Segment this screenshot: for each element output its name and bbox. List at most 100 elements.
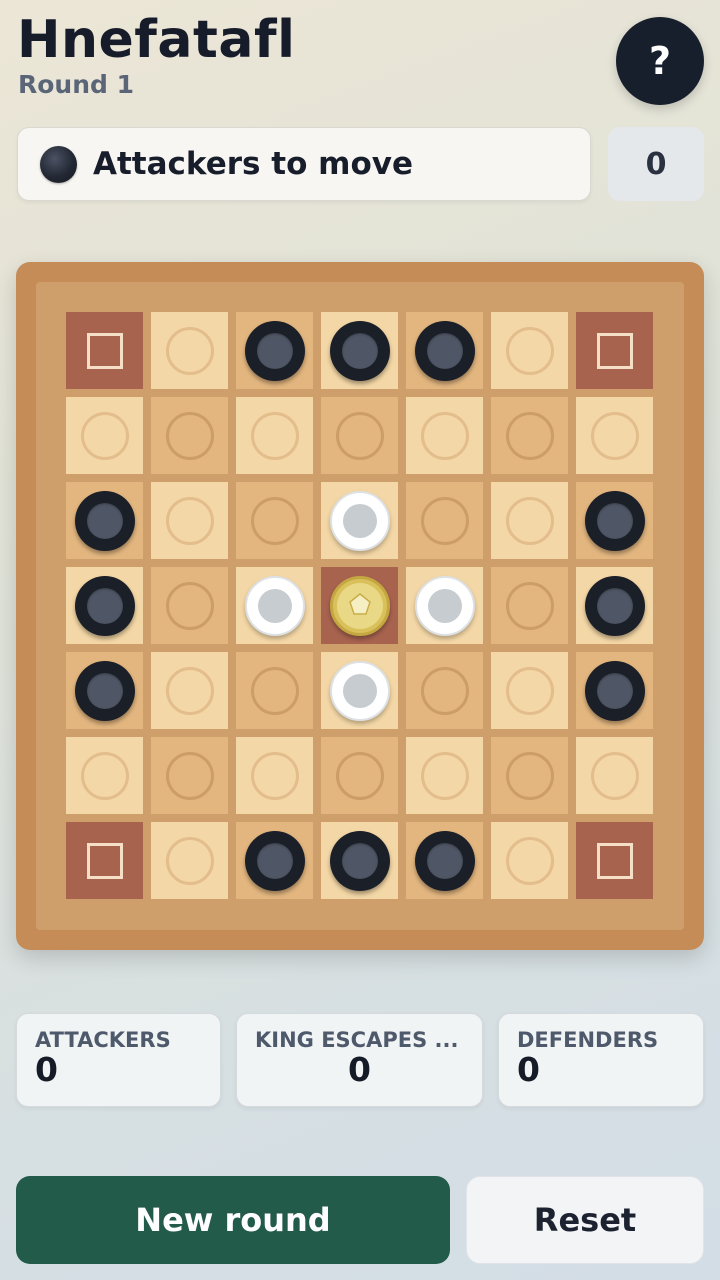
board-cell[interactable] — [66, 567, 143, 644]
board-cell[interactable] — [236, 822, 313, 899]
empty-cell-marker — [80, 751, 129, 800]
empty-cell-marker — [165, 411, 214, 460]
empty-cell-marker — [250, 496, 299, 545]
board-cell[interactable] — [576, 312, 653, 389]
board-cell[interactable] — [576, 737, 653, 814]
defender-piece[interactable] — [329, 490, 390, 551]
board-cell[interactable] — [321, 312, 398, 389]
board-cell[interactable] — [151, 482, 228, 559]
attacker-piece[interactable] — [74, 575, 135, 636]
board-cell[interactable] — [576, 397, 653, 474]
corner-square-icon — [86, 332, 123, 369]
attacker-piece[interactable] — [414, 320, 475, 381]
board-cell[interactable] — [66, 737, 143, 814]
board-cell[interactable] — [151, 822, 228, 899]
board-cell[interactable] — [576, 822, 653, 899]
board-cell[interactable] — [576, 567, 653, 644]
board-cell[interactable] — [151, 312, 228, 389]
king-gem-icon — [348, 592, 371, 615]
attacker-piece[interactable] — [584, 660, 645, 721]
board-cell[interactable] — [151, 567, 228, 644]
empty-cell-marker — [505, 836, 554, 885]
reset-button[interactable]: Reset — [466, 1176, 704, 1264]
board-cell[interactable] — [491, 312, 568, 389]
board-cell[interactable] — [406, 822, 483, 899]
new-round-button[interactable]: New round — [16, 1176, 450, 1264]
board-cell[interactable] — [151, 652, 228, 729]
board-cell[interactable] — [66, 652, 143, 729]
empty-cell-marker — [250, 666, 299, 715]
attacker-piece[interactable] — [329, 320, 390, 381]
board-cell[interactable] — [236, 652, 313, 729]
defender-piece[interactable] — [329, 660, 390, 721]
empty-cell-marker — [165, 751, 214, 800]
board-cell[interactable] — [321, 822, 398, 899]
empty-cell-marker — [505, 581, 554, 630]
board-cell[interactable] — [66, 822, 143, 899]
board-cell[interactable] — [491, 737, 568, 814]
empty-cell-marker — [335, 751, 384, 800]
attacker-piece[interactable] — [244, 830, 305, 891]
empty-cell-marker — [505, 326, 554, 375]
attacker-piece[interactable] — [244, 320, 305, 381]
game-board — [36, 282, 684, 930]
move-counter: 0 — [608, 127, 704, 201]
defenders-score-value: 0 — [517, 1050, 540, 1089]
board-cell[interactable] — [321, 567, 398, 644]
board-cell[interactable] — [321, 652, 398, 729]
attacker-turn-icon — [40, 145, 77, 183]
board-cell[interactable] — [151, 397, 228, 474]
board-cell[interactable] — [236, 312, 313, 389]
defender-piece[interactable] — [244, 575, 305, 636]
board-cell[interactable] — [406, 312, 483, 389]
board-cell[interactable] — [406, 652, 483, 729]
board-cell[interactable] — [66, 397, 143, 474]
empty-cell-marker — [590, 411, 639, 460]
board-cell[interactable] — [66, 312, 143, 389]
king-piece[interactable] — [329, 575, 390, 636]
attacker-piece[interactable] — [329, 830, 390, 891]
board-cell[interactable] — [406, 567, 483, 644]
board-cell[interactable] — [236, 567, 313, 644]
board-cell[interactable] — [491, 567, 568, 644]
empty-cell-marker — [80, 411, 129, 460]
board-cell[interactable] — [321, 482, 398, 559]
empty-cell-marker — [165, 836, 214, 885]
board-cell[interactable] — [236, 482, 313, 559]
empty-cell-marker — [165, 496, 214, 545]
empty-cell-marker — [420, 751, 469, 800]
empty-cell-marker — [505, 751, 554, 800]
board-cell[interactable] — [321, 737, 398, 814]
board-cell[interactable] — [236, 397, 313, 474]
empty-cell-marker — [590, 751, 639, 800]
board-cell[interactable] — [491, 822, 568, 899]
board-cell[interactable] — [406, 737, 483, 814]
attacker-piece[interactable] — [584, 575, 645, 636]
attacker-piece[interactable] — [74, 660, 135, 721]
board-cell[interactable] — [321, 397, 398, 474]
attacker-piece[interactable] — [74, 490, 135, 551]
king-escapes-score-card: KING ESCAPES ... 0 — [236, 1013, 483, 1107]
attacker-piece[interactable] — [414, 830, 475, 891]
help-button[interactable]: ? — [616, 17, 704, 105]
board-cell[interactable] — [66, 482, 143, 559]
empty-cell-marker — [165, 666, 214, 715]
game-board-frame — [16, 262, 704, 950]
turn-status-text: Attackers to move — [93, 146, 414, 182]
empty-cell-marker — [250, 751, 299, 800]
board-cell[interactable] — [576, 652, 653, 729]
board-cell[interactable] — [491, 652, 568, 729]
corner-square-icon — [86, 842, 123, 879]
board-cell[interactable] — [491, 397, 568, 474]
board-cell[interactable] — [576, 482, 653, 559]
corner-square-icon — [596, 332, 633, 369]
board-cell[interactable] — [236, 737, 313, 814]
board-cell[interactable] — [151, 737, 228, 814]
board-cell[interactable] — [491, 482, 568, 559]
defender-piece[interactable] — [414, 575, 475, 636]
board-cell[interactable] — [406, 397, 483, 474]
attacker-piece[interactable] — [584, 490, 645, 551]
empty-cell-marker — [420, 496, 469, 545]
board-cell[interactable] — [406, 482, 483, 559]
defenders-score-card: DEFENDERS 0 — [498, 1013, 704, 1107]
